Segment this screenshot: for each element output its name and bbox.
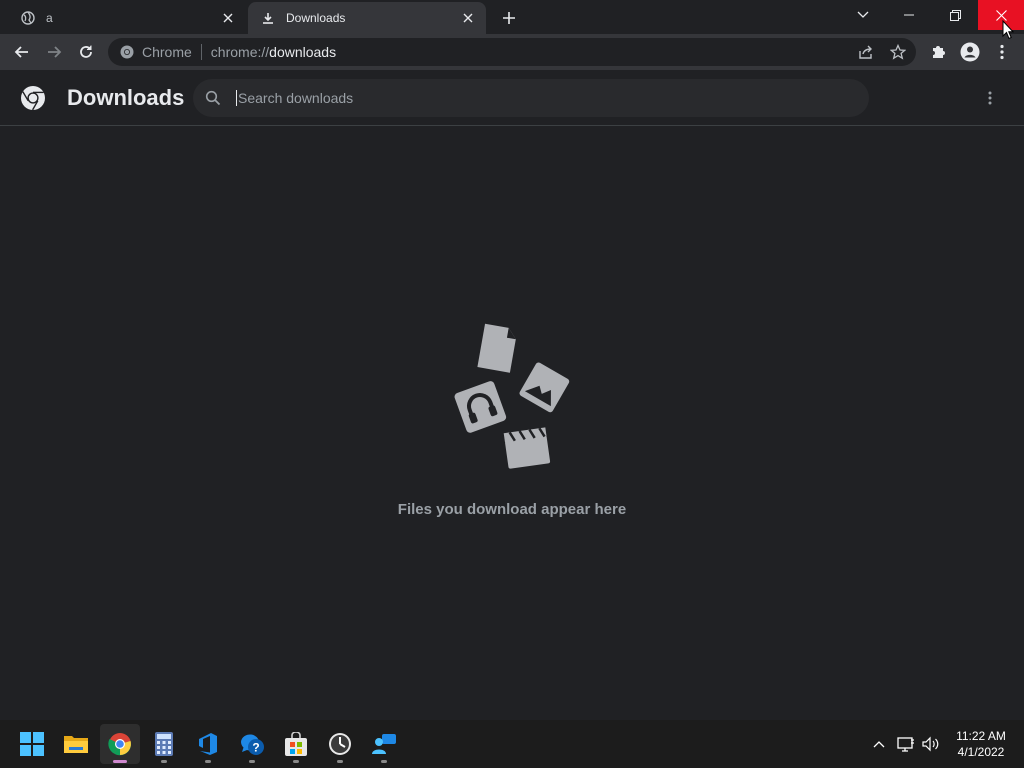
folder-icon xyxy=(64,736,88,753)
chrome-icon xyxy=(108,733,132,756)
start-button[interactable] xyxy=(12,724,52,764)
tab-downloads[interactable]: Downloads xyxy=(248,2,486,34)
empty-state-message: Files you download appear here xyxy=(397,501,627,518)
image-icon xyxy=(519,362,570,413)
clock-icon xyxy=(329,733,351,755)
taskbar-clock[interactable]: 11:22 AM 4/1/2022 xyxy=(950,728,1012,760)
chrome-taskbar-button[interactable] xyxy=(100,724,140,764)
search-downloads-bar[interactable] xyxy=(193,79,869,117)
running-indicator xyxy=(249,760,255,763)
running-indicator xyxy=(205,760,211,763)
tab-search-button[interactable] xyxy=(840,0,886,30)
more-actions-icon[interactable] xyxy=(978,86,1002,110)
minimize-button[interactable] xyxy=(886,0,932,30)
azure-devops-button[interactable] xyxy=(188,724,228,764)
chrome-menu-icon[interactable] xyxy=(988,38,1016,66)
document-icon xyxy=(477,323,516,373)
search-icon xyxy=(203,88,223,108)
running-indicator xyxy=(337,760,343,763)
search-input[interactable] xyxy=(236,90,796,106)
store-icon xyxy=(285,732,307,756)
download-icon xyxy=(260,10,276,26)
people-chat-icon xyxy=(372,734,396,754)
forward-button[interactable] xyxy=(40,38,68,66)
calculator-button[interactable] xyxy=(144,724,184,764)
site-info-chip[interactable]: Chrome xyxy=(120,44,192,60)
get-help-button[interactable]: ? xyxy=(232,724,272,764)
tab-title: a xyxy=(46,11,53,25)
tab-a[interactable]: a xyxy=(8,2,246,34)
show-hidden-icons-button[interactable] xyxy=(868,720,890,768)
mouse-cursor-icon xyxy=(1002,19,1015,40)
close-window-button[interactable] xyxy=(978,0,1024,30)
volume-icon[interactable] xyxy=(920,720,942,768)
running-indicator xyxy=(293,760,299,763)
close-tab-icon[interactable] xyxy=(218,8,238,28)
address-bar[interactable]: Chrome chrome://downloads xyxy=(108,38,916,66)
close-tab-icon[interactable] xyxy=(458,8,478,28)
url-scheme: chrome:// xyxy=(210,44,270,60)
file-explorer-button[interactable] xyxy=(56,724,96,764)
downloads-header: Downloads xyxy=(0,70,1024,126)
chevron-up-icon xyxy=(873,741,885,748)
chrome-icon xyxy=(120,45,134,59)
help-chat-icon: ? xyxy=(241,734,264,755)
extensions-puzzle-icon[interactable] xyxy=(924,38,952,66)
microsoft-store-button[interactable] xyxy=(276,724,316,764)
active-indicator xyxy=(113,760,127,763)
windows-taskbar: ? 11:22 AM 4/1/2022 xyxy=(0,720,1024,768)
url-host: downloads xyxy=(269,44,337,60)
globe-icon xyxy=(20,10,36,26)
clock-time: 11:22 AM xyxy=(956,729,1006,743)
chrome-logo-icon xyxy=(20,85,46,111)
calculator-icon xyxy=(155,732,173,756)
bookmark-star-icon[interactable] xyxy=(886,42,910,62)
running-indicator xyxy=(161,760,167,763)
clock-date: 4/1/2022 xyxy=(957,745,1005,759)
browser-toolbar: Chrome chrome://downloads xyxy=(0,34,1024,70)
reload-button[interactable] xyxy=(72,38,100,66)
site-label: Chrome xyxy=(142,44,192,60)
svg-text:?: ? xyxy=(252,741,259,755)
video-icon xyxy=(503,427,551,469)
running-indicator xyxy=(381,760,387,763)
clock-app-button[interactable] xyxy=(320,724,360,764)
back-button[interactable] xyxy=(8,38,36,66)
windows-start-icon xyxy=(20,732,44,756)
restore-button[interactable] xyxy=(932,0,978,30)
new-tab-button[interactable] xyxy=(498,7,520,29)
devops-icon xyxy=(199,733,217,755)
page-title: Downloads xyxy=(67,85,185,110)
people-app-button[interactable] xyxy=(364,724,404,764)
tab-title: Downloads xyxy=(286,11,346,25)
audio-icon xyxy=(454,381,507,433)
tab-strip: a Downloads xyxy=(0,0,1024,34)
profile-avatar-icon[interactable] xyxy=(956,38,984,66)
empty-downloads-illustration xyxy=(448,320,576,472)
share-icon[interactable] xyxy=(854,42,878,62)
network-status-icon[interactable] xyxy=(896,720,916,768)
divider xyxy=(200,44,202,60)
